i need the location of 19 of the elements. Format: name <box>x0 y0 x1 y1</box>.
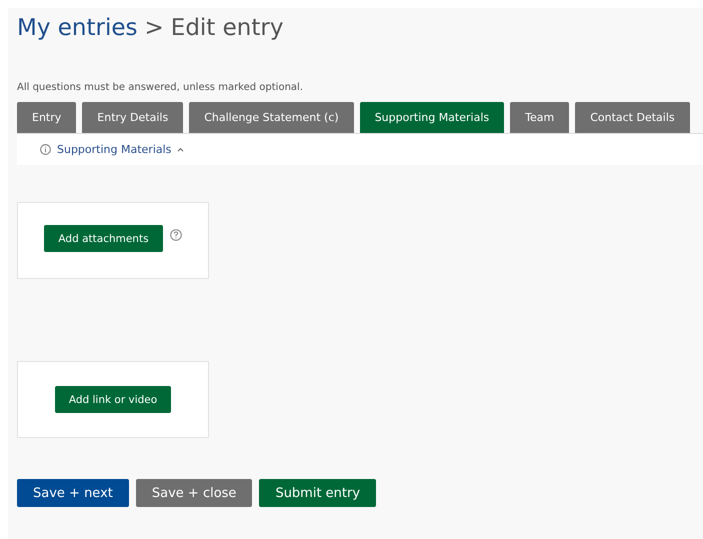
section-toggle-link[interactable]: Supporting Materials <box>57 143 172 156</box>
add-button[interactable]: Add link or video <box>54 386 172 413</box>
tab[interactable]: Contact Details <box>575 102 690 133</box>
tab[interactable]: Challenge Statement (c) <box>189 102 354 133</box>
tab[interactable]: Entry <box>17 102 76 133</box>
chevron-icon[interactable] <box>177 147 184 152</box>
add-button[interactable]: Add attachments <box>44 225 163 252</box>
instructions-text: All questions must be answered, unless marked optional. <box>17 82 304 95</box>
action-button[interactable]: Save + close <box>136 479 252 507</box>
tab[interactable]: Team <box>510 102 570 133</box>
page-title: Edit entry <box>170 15 284 41</box>
breadcrumb-link[interactable]: My entries <box>17 15 138 41</box>
tab[interactable]: Supporting Materials <box>360 102 504 133</box>
help-icon[interactable] <box>170 228 182 240</box>
action-button[interactable]: Submit entry <box>259 479 376 507</box>
breadcrumb-separator: > <box>144 15 164 41</box>
info-icon <box>40 144 51 155</box>
action-button[interactable]: Save + next <box>17 479 129 507</box>
tab[interactable]: Entry Details <box>82 102 184 133</box>
